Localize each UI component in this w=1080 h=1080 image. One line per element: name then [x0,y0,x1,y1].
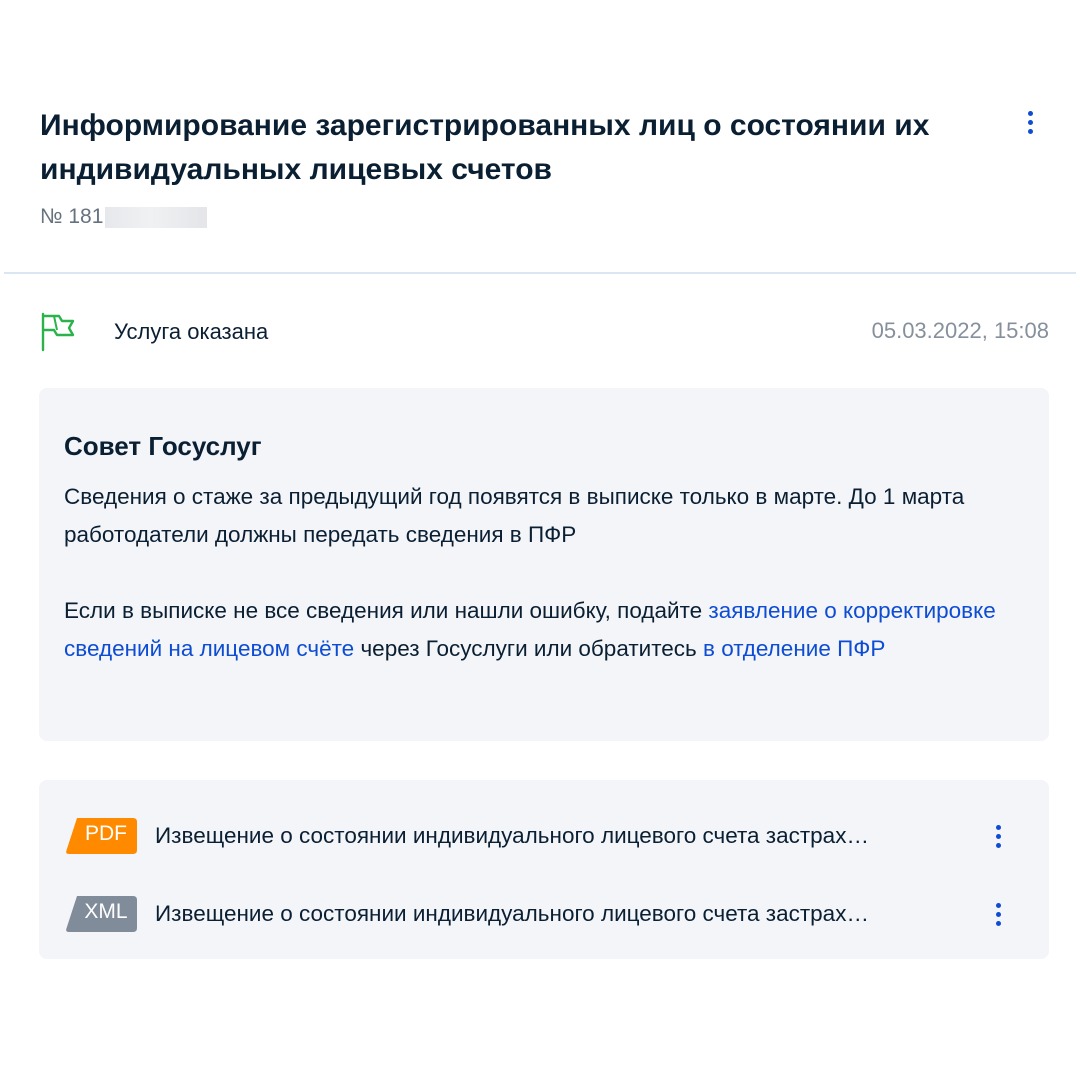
redacted-number [105,206,208,228]
tip-text: Если в выписке не все сведения или нашли… [64,598,709,623]
header-divider [4,272,1076,274]
kebab-dot [1027,119,1033,125]
tip-paragraph-with-links: Если в выписке не все сведения или нашли… [64,592,1024,668]
file-item-xml[interactable]: XML Извещение о состоянии индивидуальног… [65,894,1025,934]
application-page: Информирование зарегистрированных лиц о … [0,0,1080,1080]
file-item-pdf[interactable]: PDF Извещение о состоянии индивидуальног… [65,816,1025,856]
kebab-dot [995,842,1001,848]
flag-icon [41,312,75,352]
attached-files-card: PDF Извещение о состоянии индивидуальног… [39,780,1049,959]
file-options-button[interactable] [986,894,1010,934]
tip-text: через Госуслуги или обратитесь [354,636,703,661]
kebab-dot [995,902,1001,908]
file-name[interactable]: Извещение о состоянии индивидуального ли… [155,821,955,851]
kebab-dot [995,911,1001,917]
status-datetime: 05.03.2022, 15:08 [871,318,1049,343]
file-options-button[interactable] [986,816,1010,856]
application-number: № 181 [40,205,208,229]
gosuslugi-tip-card: Совет Госуслуг Сведения о стаже за преды… [39,388,1049,741]
tip-paragraph: Сведения о стаже за предыдущий год появя… [64,484,965,547]
status-row: Услуга оказана 05.03.2022, 15:08 [40,310,1049,354]
kebab-dot [1027,128,1033,134]
kebab-dot [1027,110,1033,116]
file-type-label: XML [84,900,128,923]
tip-title: Совет Госуслуг [64,431,262,461]
kebab-dot [995,824,1001,830]
more-options-button[interactable] [1018,102,1042,142]
pfr-office-link[interactable]: в отделение ПФР [703,636,885,661]
kebab-dot [995,920,1001,926]
application-number-prefix: № 181 [40,205,104,228]
status-label: Услуга оказана [114,319,269,344]
kebab-dot [995,833,1001,839]
file-type-label: PDF [85,822,127,845]
file-name[interactable]: Извещение о состоянии индивидуального ли… [155,899,955,929]
page-title: Информирование зарегистрированных лиц о … [40,109,930,186]
